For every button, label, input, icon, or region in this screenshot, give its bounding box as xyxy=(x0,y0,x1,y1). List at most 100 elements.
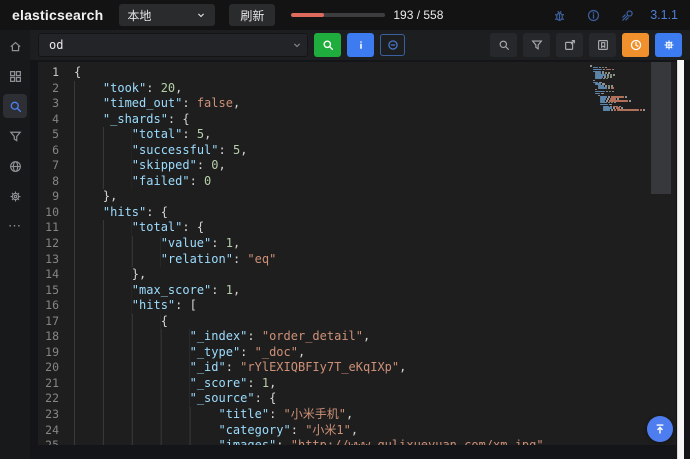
find-in-result-button[interactable] xyxy=(490,33,517,57)
indent-guides xyxy=(74,314,161,330)
line-number: 2 xyxy=(38,81,74,97)
apps-grid-icon xyxy=(8,69,23,84)
search-icon xyxy=(8,99,23,114)
editor-scrollbar-thumb[interactable] xyxy=(651,62,671,194)
topbar: elasticsearch 本地 刷新 193 / 558 3.1.1 xyxy=(0,0,690,30)
bookmark-icon xyxy=(596,38,610,52)
line-number: 25 xyxy=(38,438,74,445)
code-line[interactable]: 21"_score": 1, xyxy=(38,376,676,392)
line-number: 8 xyxy=(38,174,74,190)
line-number: 12 xyxy=(38,236,74,252)
indent-guides xyxy=(74,423,218,439)
gear-icon xyxy=(662,38,676,52)
sidebar-item-more[interactable]: ⋯ xyxy=(3,214,27,238)
line-number: 13 xyxy=(38,252,74,268)
code-line[interactable]: 18"_index": "order_detail", xyxy=(38,329,676,345)
run-search-button[interactable] xyxy=(314,33,341,57)
code-line[interactable]: 25"images": "http://www.gulixueyuan.com/… xyxy=(38,438,676,445)
code-line[interactable]: 19"_type": "_doc", xyxy=(38,345,676,361)
indent-guides xyxy=(74,81,103,97)
code-line[interactable]: 15"max_score": 1, xyxy=(38,283,676,299)
line-number: 17 xyxy=(38,314,74,330)
search-input-wrap[interactable] xyxy=(38,33,308,57)
code-line[interactable]: 23"title": "小米手机", xyxy=(38,407,676,423)
chevron-down-icon xyxy=(195,9,207,21)
line-number: 19 xyxy=(38,345,74,361)
progress-fill xyxy=(291,13,324,17)
line-number: 24 xyxy=(38,423,74,439)
code-line[interactable]: 12"value": 1, xyxy=(38,236,676,252)
refresh-button[interactable]: 刷新 xyxy=(229,4,275,26)
minimap[interactable] xyxy=(590,65,646,111)
code-line[interactable]: 14}, xyxy=(38,267,676,283)
app-title: elasticsearch xyxy=(12,7,103,23)
indent-guides xyxy=(74,438,218,445)
code-line[interactable]: 1{ xyxy=(38,65,676,81)
search-toolbar xyxy=(30,30,690,60)
history-button[interactable] xyxy=(622,33,649,57)
sidebar-item-cluster[interactable] xyxy=(3,154,27,178)
gear-icon xyxy=(8,189,23,204)
disable-highlight-button[interactable] xyxy=(380,34,405,56)
chevron-down-icon[interactable] xyxy=(291,39,303,51)
line-number: 15 xyxy=(38,283,74,299)
code-line[interactable]: 22"_source": { xyxy=(38,391,676,407)
info-icon[interactable] xyxy=(584,6,602,24)
connection-select[interactable]: 本地 xyxy=(119,4,215,26)
connection-value: 本地 xyxy=(127,7,151,24)
indent-guides xyxy=(74,205,103,221)
copy-result-button[interactable] xyxy=(556,33,583,57)
line-number: 18 xyxy=(38,329,74,345)
code-line[interactable]: 11"total": { xyxy=(38,220,676,236)
indent-guides xyxy=(74,158,132,174)
line-number: 7 xyxy=(38,158,74,174)
page-scrollbar[interactable] xyxy=(677,60,684,459)
sidebar-item-indices[interactable] xyxy=(3,64,27,88)
indent-guides xyxy=(74,267,132,283)
code-line[interactable]: 10"hits": { xyxy=(38,205,676,221)
filter-icon xyxy=(530,38,544,52)
sidebar-item-filter[interactable] xyxy=(3,124,27,148)
code-lines: 1{2"took": 20,3"timed_out": false,4"_sha… xyxy=(38,65,676,445)
code-line[interactable]: 9}, xyxy=(38,189,676,205)
code-line[interactable]: 5"total": 5, xyxy=(38,127,676,143)
code-line[interactable]: 7"skipped": 0, xyxy=(38,158,676,174)
comet-icon[interactable] xyxy=(618,6,636,24)
bug-icon[interactable] xyxy=(550,6,568,24)
code-line[interactable]: 20"_id": "rYlEXIQBFIy7T_eKqIXp", xyxy=(38,360,676,376)
filter-result-button[interactable] xyxy=(523,33,550,57)
top-arrow-icon xyxy=(653,422,667,436)
back-to-top-button[interactable] xyxy=(647,416,673,442)
indent-guides xyxy=(74,189,103,205)
indent-guides xyxy=(74,236,161,252)
indent-guides xyxy=(74,283,132,299)
code-line[interactable]: 16"hits": [ xyxy=(38,298,676,314)
search-input[interactable] xyxy=(49,38,291,52)
code-line[interactable]: 4"_shards": { xyxy=(38,112,676,128)
line-number: 23 xyxy=(38,407,74,423)
query-info-button[interactable] xyxy=(347,33,374,57)
sidebar-item-search[interactable] xyxy=(3,94,27,118)
progress-label: 193 / 558 xyxy=(393,8,443,22)
code-line[interactable]: 13"relation": "eq" xyxy=(38,252,676,268)
sidebar: ⋯ xyxy=(0,30,30,459)
code-line[interactable]: 3"timed_out": false, xyxy=(38,96,676,112)
code-line[interactable]: 2"took": 20, xyxy=(38,81,676,97)
line-number: 20 xyxy=(38,360,74,376)
settings-button[interactable] xyxy=(655,33,682,57)
indent-guides xyxy=(74,143,132,159)
main-panel: 1{2"took": 20,3"timed_out": false,4"_sha… xyxy=(30,60,690,459)
indent-guides xyxy=(74,127,132,143)
indent-guides xyxy=(74,174,132,190)
code-line[interactable]: 24"category": "小米1", xyxy=(38,423,676,439)
indent-guides xyxy=(74,376,190,392)
code-line[interactable]: 17{ xyxy=(38,314,676,330)
code-line[interactable]: 6"successful": 5, xyxy=(38,143,676,159)
indent-guides xyxy=(74,329,190,345)
code-line[interactable]: 8"failed": 0 xyxy=(38,174,676,190)
line-number: 3 xyxy=(38,96,74,112)
sidebar-item-settings[interactable] xyxy=(3,184,27,208)
bookmark-button[interactable] xyxy=(589,33,616,57)
sidebar-item-home[interactable] xyxy=(3,34,27,58)
json-editor[interactable]: 1{2"took": 20,3"timed_out": false,4"_sha… xyxy=(38,62,676,445)
